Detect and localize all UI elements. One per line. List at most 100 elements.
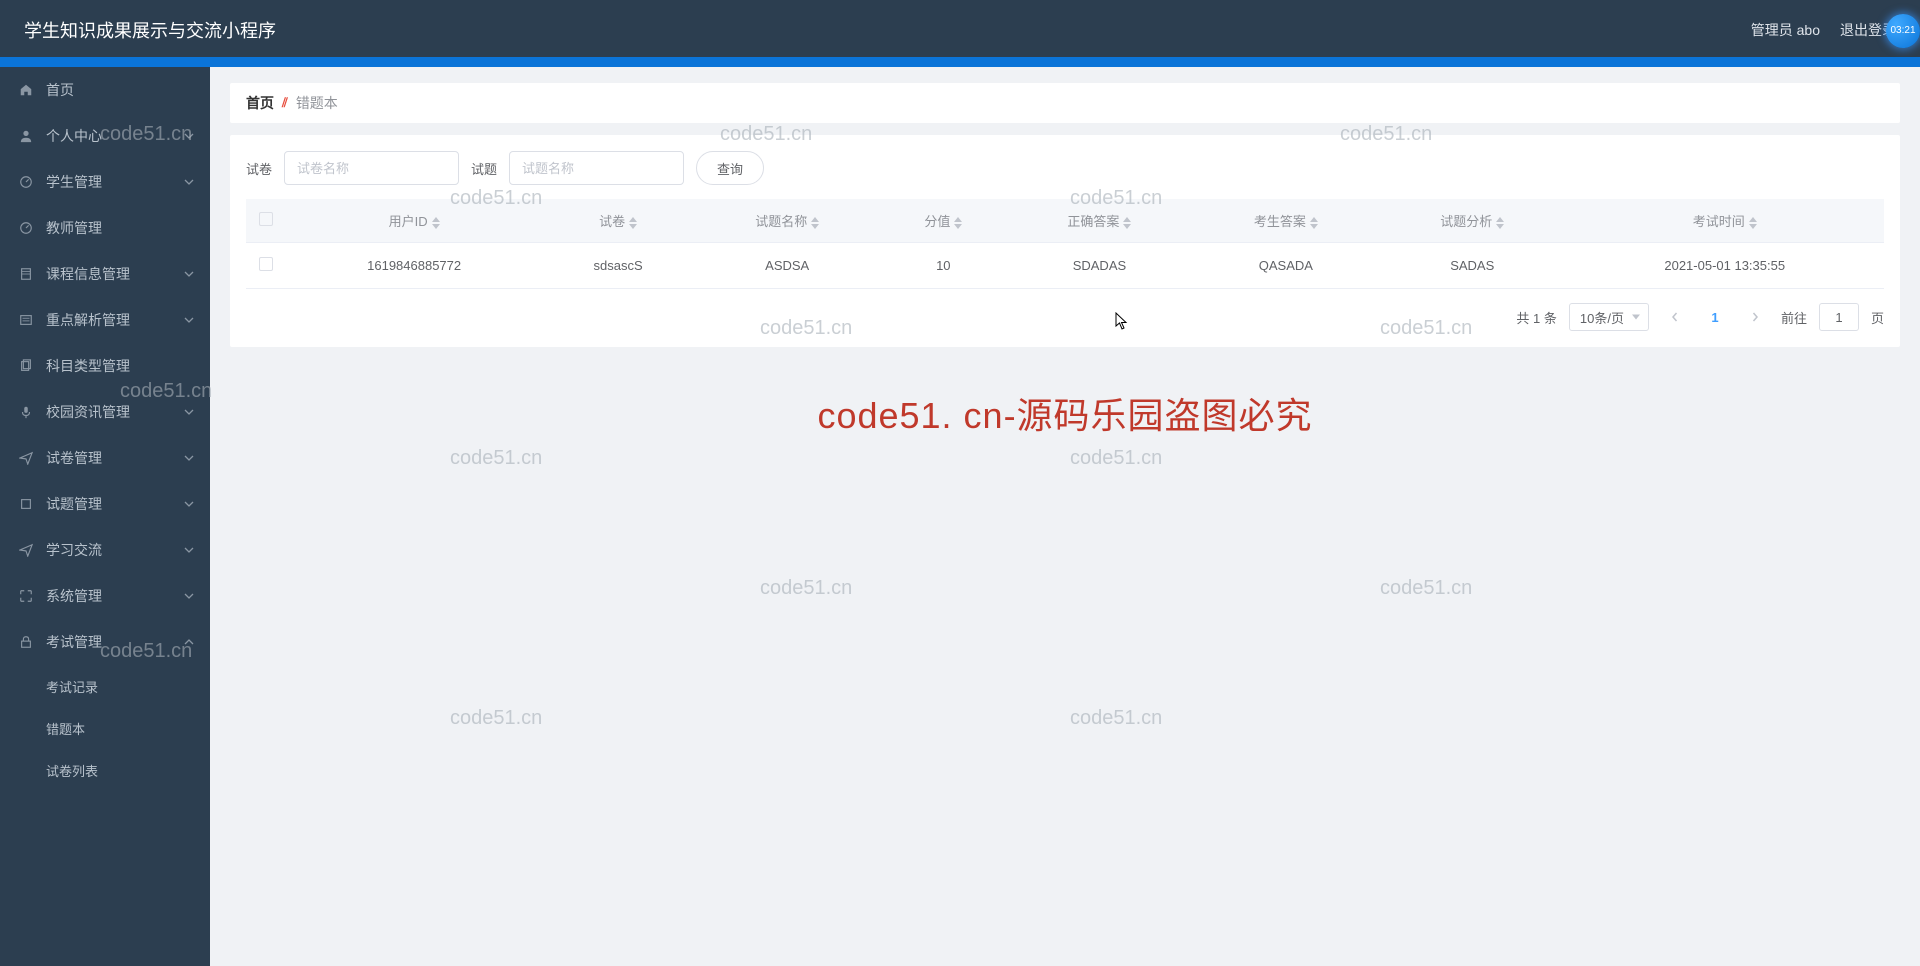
col-header-label: 用户ID: [389, 214, 428, 229]
chevron-down-icon: [184, 593, 194, 599]
col-header-label: 分值: [924, 214, 950, 229]
sidebar-item-label: 校园资讯管理: [46, 402, 130, 422]
sidebar-subitem-1[interactable]: 错题本: [0, 707, 210, 749]
results-table: 用户ID试卷试题名称分值正确答案考生答案试题分析考试时间 16198468857…: [246, 199, 1884, 289]
col-header-1[interactable]: 试卷: [542, 199, 694, 243]
cell-0-5: QASADA: [1193, 243, 1379, 289]
sidebar-subitem-2[interactable]: 试卷列表: [0, 749, 210, 791]
breadcrumb-home[interactable]: 首页: [246, 93, 274, 113]
pagination: 共 1 条 10条/页 1 前往 页: [246, 303, 1884, 331]
header-right: 管理员 abo 退出登录 03:21: [1751, 20, 1896, 40]
logout-link[interactable]: 退出登录 03:21: [1840, 20, 1896, 40]
row-checkbox[interactable]: [259, 257, 273, 271]
cell-0-3: 10: [880, 243, 1006, 289]
col-header-label: 考试时间: [1693, 214, 1745, 229]
sidebar-item-5[interactable]: 重点解析管理: [0, 297, 210, 343]
chevron-right-icon: [1750, 312, 1760, 322]
cell-0-4: SDADAS: [1006, 243, 1192, 289]
sidebar-item-label: 试卷管理: [46, 448, 102, 468]
sidebar-item-10[interactable]: 学习交流: [0, 527, 210, 573]
chevron-down-icon: [184, 547, 194, 553]
sidebar-item-0[interactable]: 首页: [0, 67, 210, 113]
col-header-label: 试卷: [599, 214, 625, 229]
prev-page-button[interactable]: [1661, 303, 1689, 331]
sort-caret-icon: [1310, 217, 1318, 229]
col-header-5[interactable]: 考生答案: [1193, 199, 1379, 243]
sidebar-subitem-0[interactable]: 考试记录: [0, 665, 210, 707]
sidebar-item-label: 系统管理: [46, 586, 102, 606]
sidebar-item-1[interactable]: 个人中心: [0, 113, 210, 159]
user-icon: [18, 128, 34, 144]
sidebar-item-9[interactable]: 试题管理: [0, 481, 210, 527]
cell-0-1: sdsascS: [542, 243, 694, 289]
chevron-down-icon: [184, 179, 194, 185]
breadcrumb-current: 错题本: [296, 93, 338, 113]
filter-paper-label: 试卷: [246, 159, 272, 178]
watermark-text: code51.cn: [450, 707, 542, 730]
chevron-down-icon: [184, 133, 194, 139]
home-icon: [18, 82, 34, 98]
sidebar-item-label: 试题管理: [46, 494, 102, 514]
goto-page-input[interactable]: [1819, 303, 1859, 331]
watermark-text: code51.cn: [1070, 707, 1162, 730]
gauge-icon: [18, 220, 34, 236]
sidebar-item-label: 科目类型管理: [46, 356, 130, 376]
sidebar-item-4[interactable]: 课程信息管理: [0, 251, 210, 297]
chevron-down-icon: [184, 455, 194, 461]
filter-row: 试卷 试题 查询: [246, 151, 1884, 185]
chevron-up-icon: [184, 639, 194, 645]
sort-caret-icon: [954, 217, 962, 229]
sidebar-item-8[interactable]: 试卷管理: [0, 435, 210, 481]
watermark-main: code51. cn-源码乐园盗图必究: [817, 387, 1312, 439]
app-header: 学生知识成果展示与交流小程序 管理员 abo 退出登录 03:21: [0, 2, 1920, 57]
watermark-text: code51.cn: [450, 447, 542, 470]
mic-icon: [18, 404, 34, 420]
col-header-label: 考生答案: [1254, 214, 1306, 229]
col-header-label: 正确答案: [1067, 214, 1119, 229]
sidebar-item-11[interactable]: 系统管理: [0, 573, 210, 619]
chevron-down-icon: [184, 271, 194, 277]
col-header-6[interactable]: 试题分析: [1379, 199, 1565, 243]
col-header-7[interactable]: 考试时间: [1565, 199, 1884, 243]
square-icon: [18, 496, 34, 512]
sort-caret-icon: [811, 217, 819, 229]
sidebar-item-label: 学生管理: [46, 172, 102, 192]
filter-question-input[interactable]: [509, 151, 684, 185]
watermark-text: code51.cn: [1070, 447, 1162, 470]
watermark-text: code51.cn: [1380, 577, 1472, 600]
current-user-label[interactable]: 管理员 abo: [1751, 20, 1820, 40]
sidebar-item-6[interactable]: 科目类型管理: [0, 343, 210, 389]
watermark-text: code51.cn: [760, 577, 852, 600]
accent-bar: [0, 57, 1920, 67]
lock-icon: [18, 634, 34, 650]
copy-icon: [18, 358, 34, 374]
col-header-4[interactable]: 正确答案: [1006, 199, 1192, 243]
col-header-label: 试题分析: [1440, 214, 1492, 229]
sidebar-item-7[interactable]: 校园资讯管理: [0, 389, 210, 435]
filter-paper-input[interactable]: [284, 151, 459, 185]
next-page-button[interactable]: [1741, 303, 1769, 331]
sidebar-item-label: 首页: [46, 80, 74, 100]
page-size-select[interactable]: 10条/页: [1569, 303, 1649, 331]
sidebar-item-2[interactable]: 学生管理: [0, 159, 210, 205]
breadcrumb-sep-icon: ⫽: [282, 95, 288, 111]
chevron-down-icon: [184, 409, 194, 415]
sidebar-item-12[interactable]: 考试管理: [0, 619, 210, 665]
book-icon: [18, 266, 34, 282]
pagination-total: 共 1 条: [1516, 308, 1556, 327]
col-header-0[interactable]: 用户ID: [286, 199, 542, 243]
sidebar-item-label: 个人中心: [46, 126, 102, 146]
goto-prefix: 前往: [1781, 308, 1807, 327]
select-all-checkbox[interactable]: [259, 212, 273, 226]
sidebar-item-label: 课程信息管理: [46, 264, 130, 284]
sidebar-item-label: 考试管理: [46, 632, 102, 652]
send-icon: [18, 542, 34, 558]
chevron-down-icon: [184, 501, 194, 507]
sort-caret-icon: [1749, 217, 1757, 229]
query-button[interactable]: 查询: [696, 151, 764, 185]
col-header-3[interactable]: 分值: [880, 199, 1006, 243]
page-number-1[interactable]: 1: [1701, 303, 1729, 331]
col-header-2[interactable]: 试题名称: [694, 199, 880, 243]
goto-suffix: 页: [1871, 308, 1884, 327]
sidebar-item-3[interactable]: 教师管理: [0, 205, 210, 251]
